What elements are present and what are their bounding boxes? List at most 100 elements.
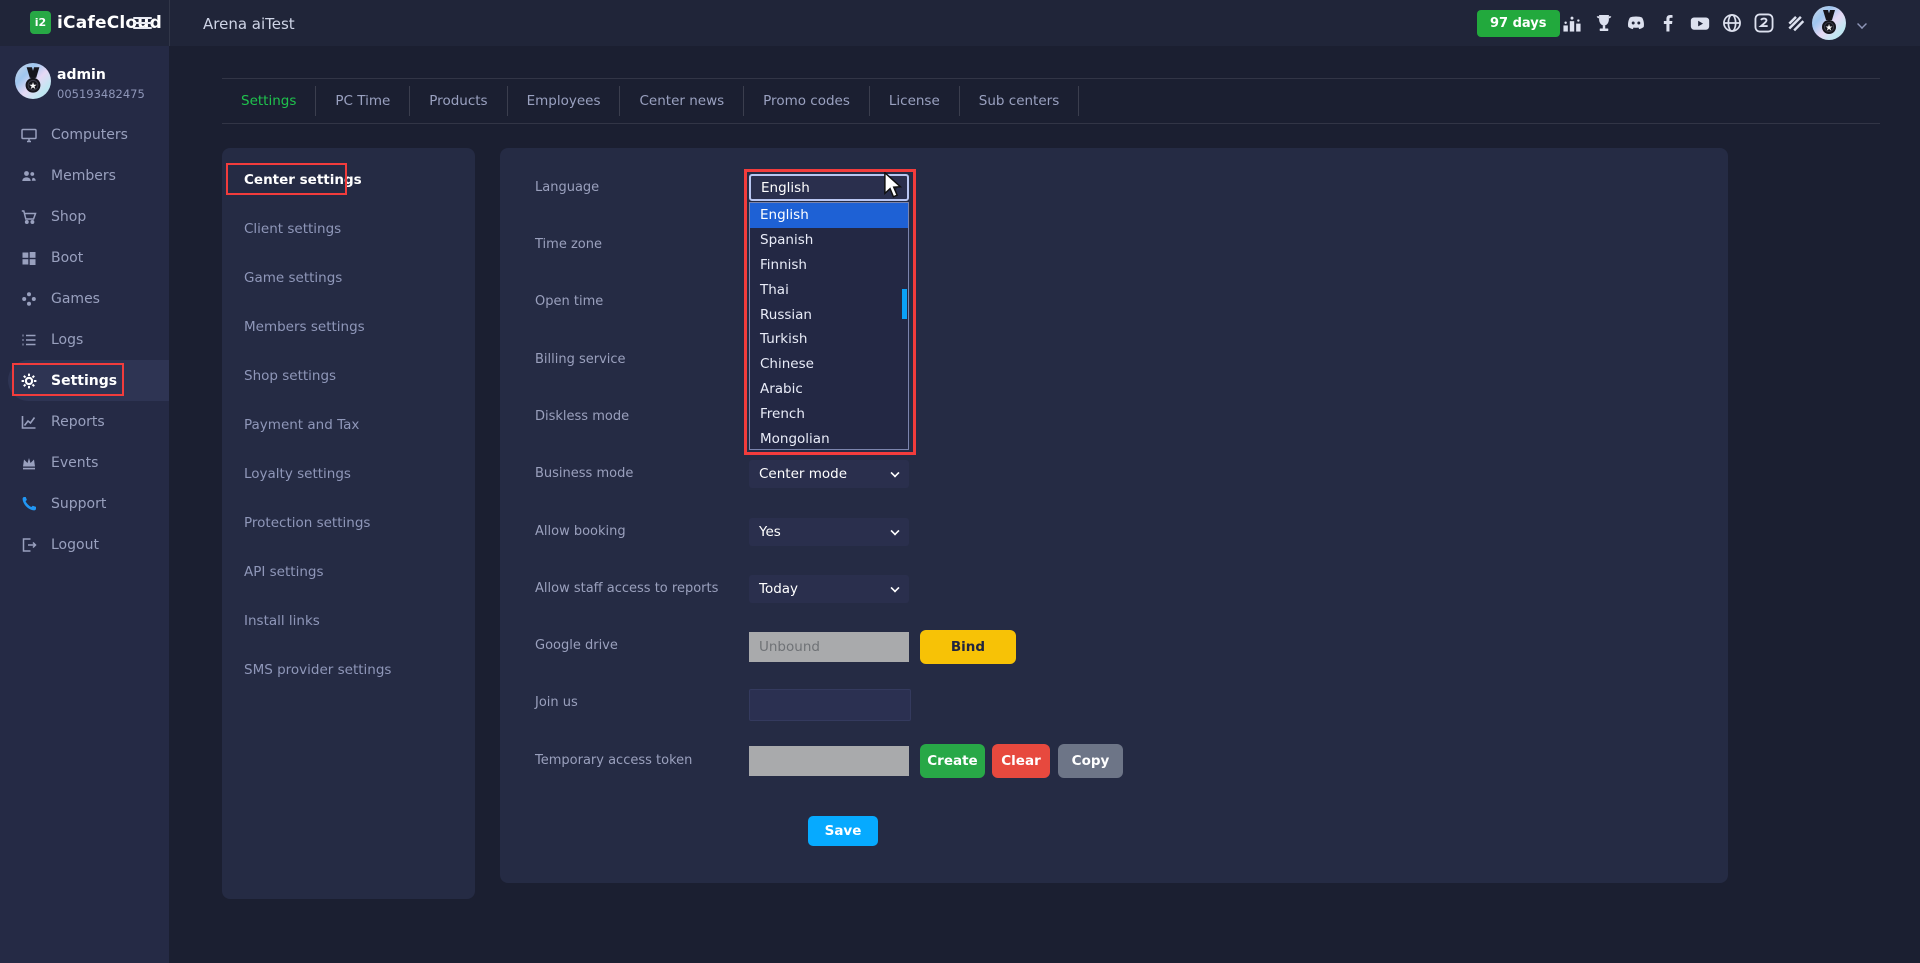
sidebar-item-shop[interactable]: Shop — [0, 196, 169, 237]
menu-item-payment-and-tax[interactable]: Payment and Tax — [222, 400, 475, 449]
create-button[interactable]: Create — [920, 744, 985, 778]
menu-item-game-settings[interactable]: Game settings — [222, 253, 475, 302]
google-drive-input[interactable] — [749, 632, 909, 662]
chevron-down-icon[interactable] — [1857, 19, 1867, 29]
staff-reports-label: Allow staff access to reports — [535, 579, 750, 599]
license-days-badge[interactable]: 97 days — [1477, 10, 1560, 37]
svg-text:★: ★ — [29, 81, 38, 92]
business-mode-value: Center mode — [759, 466, 847, 482]
language-option-russian[interactable]: Russian — [750, 302, 908, 327]
menu-toggle-icon[interactable] — [133, 17, 152, 32]
tab-bar: Settings PC Time Products Employees Cent… — [222, 78, 1880, 124]
open-time-label: Open time — [535, 292, 750, 312]
tab-license[interactable]: License — [870, 86, 960, 116]
gear-icon — [20, 372, 38, 390]
user-avatar[interactable]: ★ — [1812, 6, 1846, 40]
icafemenu-icon[interactable] — [1784, 11, 1808, 35]
allow-booking-label: Allow booking — [535, 522, 750, 542]
menu-item-protection-settings[interactable]: Protection settings — [222, 498, 475, 547]
sidebar-item-settings[interactable]: Settings — [8, 360, 169, 401]
language-option-english[interactable]: English — [750, 203, 908, 228]
save-button[interactable]: Save — [808, 816, 878, 846]
language-option-turkish[interactable]: Turkish — [750, 327, 908, 352]
sidebar-item-label: Computers — [51, 127, 128, 143]
language-option-finnish[interactable]: Finnish — [750, 253, 908, 278]
menu-item-sms-provider-settings[interactable]: SMS provider settings — [222, 645, 475, 694]
menu-item-loyalty-settings[interactable]: Loyalty settings — [222, 449, 475, 498]
phone-icon — [20, 495, 38, 513]
copy-button[interactable]: Copy — [1058, 744, 1123, 778]
sidebar-item-games[interactable]: Games — [0, 278, 169, 319]
sidebar-item-boot[interactable]: Boot — [0, 237, 169, 278]
sidebar-item-label: Members — [51, 168, 116, 184]
leaderboard-icon[interactable] — [1560, 11, 1584, 35]
language-option-spanish[interactable]: Spanish — [750, 228, 908, 253]
sidebar-nav: Computers Members Shop Boot Games Logs — [0, 114, 169, 565]
chevron-down-icon — [890, 583, 899, 592]
top-bar: i2 iCafeCloud Arena aiTest 97 days — [0, 0, 1920, 46]
facebook-icon[interactable] — [1656, 11, 1680, 35]
youtube-icon[interactable] — [1688, 11, 1712, 35]
business-mode-select[interactable]: Center mode — [749, 460, 909, 488]
allow-booking-select[interactable]: Yes — [749, 518, 909, 546]
token-label: Temporary access token — [535, 751, 750, 771]
menu-item-client-settings[interactable]: Client settings — [222, 204, 475, 253]
sidebar-user-id: 005193482475 — [57, 87, 145, 101]
list-icon — [20, 331, 38, 349]
sidebar-avatar[interactable]: ★ — [15, 63, 51, 99]
sidebar-item-logs[interactable]: Logs — [0, 319, 169, 360]
sidebar-item-label: Boot — [51, 250, 83, 266]
tab-employees[interactable]: Employees — [508, 86, 621, 116]
join-us-label: Join us — [535, 693, 750, 713]
staff-reports-select[interactable]: Today — [749, 575, 909, 603]
sidebar-item-label: Settings — [51, 373, 117, 389]
menu-item-members-settings[interactable]: Members settings — [222, 302, 475, 351]
globe-icon[interactable] — [1720, 11, 1744, 35]
sidebar-user-name: admin — [57, 67, 106, 83]
sidebar-item-logout[interactable]: Logout — [0, 524, 169, 565]
language-option-chinese[interactable]: Chinese — [750, 352, 908, 377]
sidebar-item-members[interactable]: Members — [0, 155, 169, 196]
sidebar-item-events[interactable]: Events — [0, 442, 169, 483]
language-option-arabic[interactable]: Arabic — [750, 377, 908, 402]
language-option-thai[interactable]: Thai — [750, 277, 908, 302]
icafecloud-icon[interactable] — [1752, 11, 1776, 35]
sidebar-item-label: Logout — [51, 537, 99, 553]
bind-button[interactable]: Bind — [920, 630, 1016, 664]
menu-item-api-settings[interactable]: API settings — [222, 547, 475, 596]
dropdown-scrollbar[interactable] — [902, 289, 907, 319]
clear-button[interactable]: Clear — [992, 744, 1050, 778]
header-icon-strip — [1560, 0, 1808, 46]
tab-settings[interactable]: Settings — [222, 86, 316, 116]
join-us-input[interactable] — [749, 689, 911, 721]
language-option-french[interactable]: French — [750, 401, 908, 426]
menu-item-install-links[interactable]: Install links — [222, 596, 475, 645]
language-select[interactable]: English — [749, 174, 909, 201]
tab-center-news[interactable]: Center news — [620, 86, 744, 116]
tab-pc-time[interactable]: PC Time — [316, 86, 410, 116]
token-input[interactable] — [749, 746, 909, 776]
sidebar-item-computers[interactable]: Computers — [0, 114, 169, 155]
sidebar-item-reports[interactable]: Reports — [0, 401, 169, 442]
chevron-down-icon — [890, 526, 899, 535]
tab-sub-centers[interactable]: Sub centers — [960, 86, 1079, 116]
language-select-value: English — [761, 180, 810, 196]
time-zone-label: Time zone — [535, 235, 750, 255]
tab-promo-codes[interactable]: Promo codes — [744, 86, 870, 116]
menu-item-shop-settings[interactable]: Shop settings — [222, 351, 475, 400]
discord-icon[interactable] — [1624, 11, 1648, 35]
crown-icon — [20, 454, 38, 472]
diskless-mode-label: Diskless mode — [535, 407, 750, 427]
icafecloud-logo-icon: i2 — [30, 11, 51, 34]
language-option-mongolian[interactable]: Mongolian — [750, 426, 908, 451]
sidebar-item-support[interactable]: Support — [0, 483, 169, 524]
app-screen: i2 iCafeCloud Arena aiTest 97 days — [0, 0, 1920, 963]
chart-icon — [20, 413, 38, 431]
center-settings-form: Language Time zone Open time Billing ser… — [500, 148, 1728, 883]
trophy-icon[interactable] — [1592, 11, 1616, 35]
menu-item-center-settings[interactable]: Center settings — [222, 155, 475, 204]
tab-products[interactable]: Products — [410, 86, 507, 116]
page-title: Arena aiTest — [203, 15, 295, 33]
sidebar-item-label: Games — [51, 291, 100, 307]
sidebar-item-label: Reports — [51, 414, 105, 430]
